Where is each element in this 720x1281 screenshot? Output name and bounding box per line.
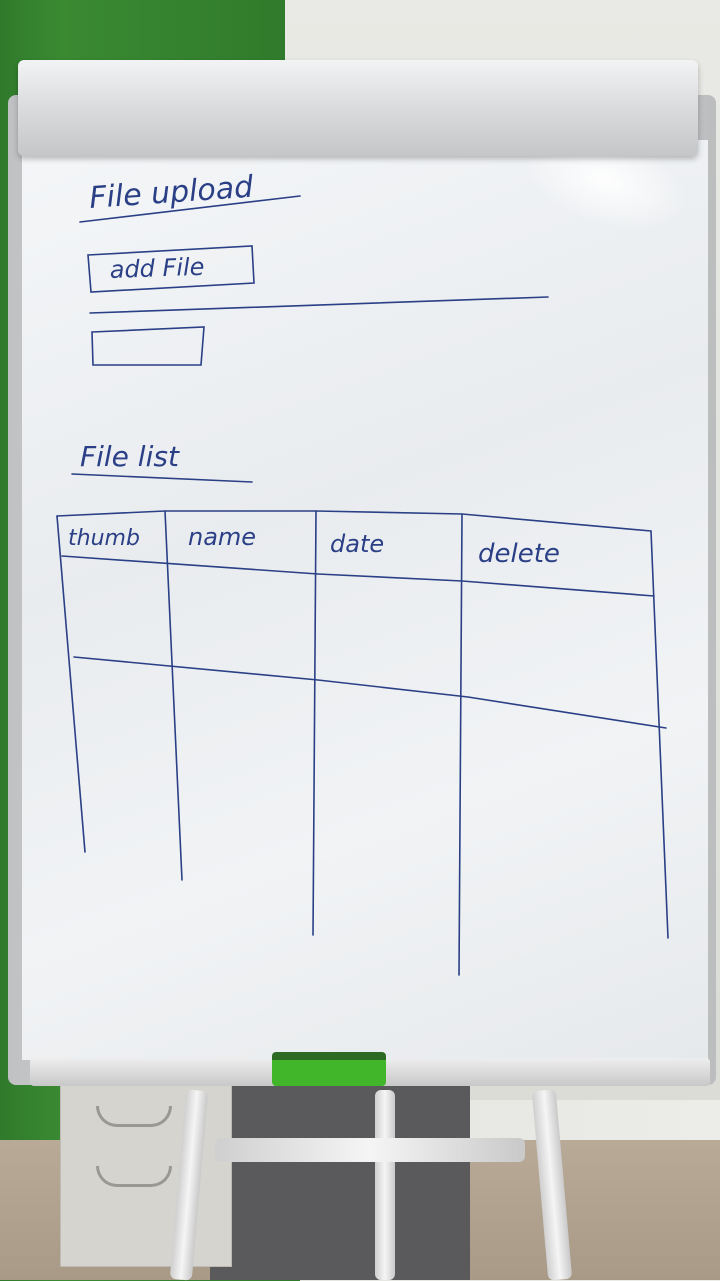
table-col-divider: [164, 510, 183, 881]
column-header-name: name: [188, 523, 256, 551]
list-title-underline: [71, 473, 253, 483]
table-header-divider: [61, 555, 655, 597]
wireframe-sketch: File upload add File File list thumb nam…: [56, 170, 669, 976]
table-row-divider: [73, 656, 667, 729]
table-right-border: [650, 530, 669, 939]
column-header-date: date: [330, 530, 384, 558]
file-input-line: [89, 296, 549, 314]
table-top-border: [56, 510, 652, 532]
table-col-divider: [458, 513, 463, 976]
column-header-thumb: thumb: [68, 526, 140, 551]
table-left-border: [56, 515, 86, 853]
column-header-delete: delete: [478, 539, 560, 569]
file-list-title: File list: [80, 440, 180, 473]
upload-title: File upload: [88, 170, 255, 216]
table-col-divider: [312, 510, 317, 936]
add-file-button-label: add File: [109, 253, 205, 284]
upload-submit-box[interactable]: [91, 326, 205, 366]
